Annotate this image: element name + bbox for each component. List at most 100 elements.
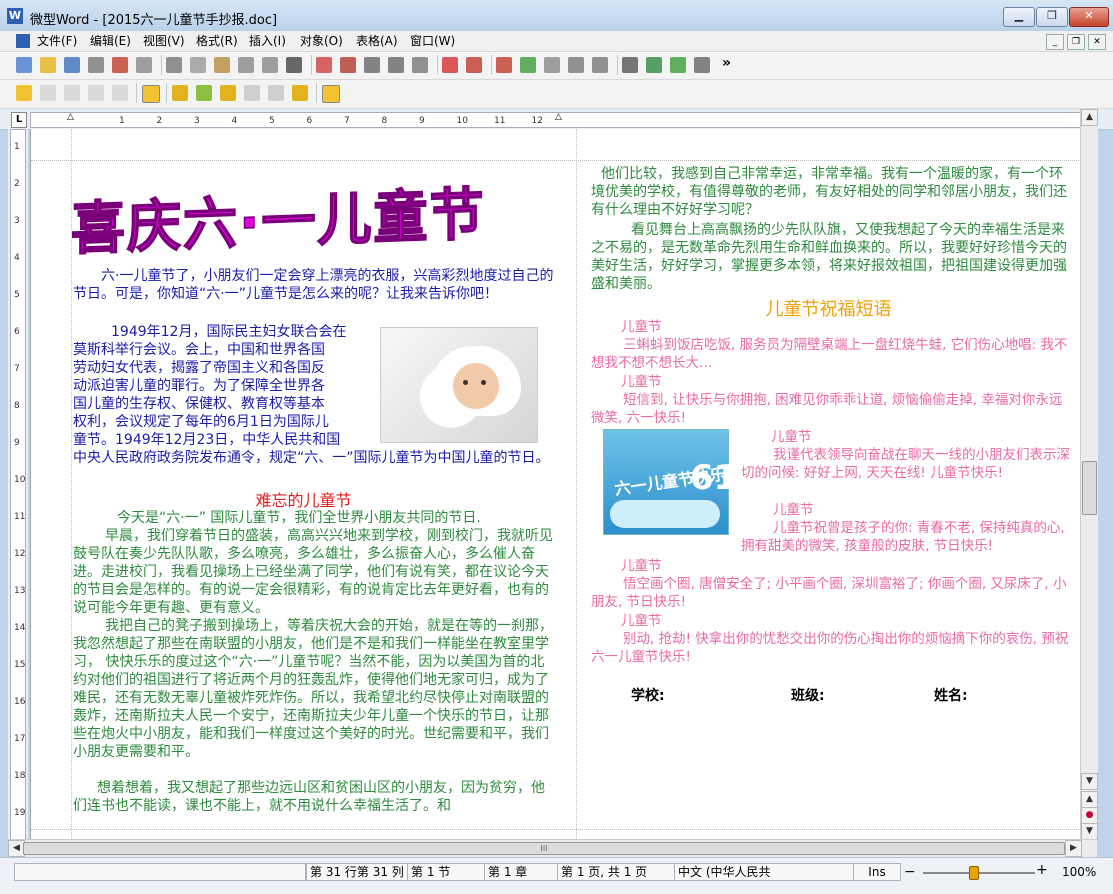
object-layout-icon[interactable] [112, 85, 128, 101]
spellcheck-icon[interactable] [442, 57, 458, 73]
page-view-icon[interactable] [340, 57, 356, 73]
menu-view[interactable]: 视图(V) [139, 32, 189, 50]
edit-object-icon[interactable] [40, 85, 56, 101]
delete-object-icon[interactable] [64, 85, 80, 101]
toolbox-icon[interactable] [694, 57, 710, 73]
shape-icon[interactable] [568, 57, 584, 73]
vertical-scrollbar[interactable]: ▲ ▼ ▲ ● ▼ [1080, 109, 1098, 840]
open-folder-icon[interactable] [40, 57, 56, 73]
memorable-paragraph-4: 想着想着，我又想起了那些边远山区和贫困山区的小朋友，因为贫穷，他们连书也不能读，… [73, 780, 545, 814]
left-indent-marker[interactable]: △ [67, 112, 74, 122]
previous-page-button[interactable]: ▲ [1081, 791, 1098, 808]
ruler-tick-label: 19 [14, 808, 26, 818]
zoom-in-button[interactable]: + [1036, 862, 1048, 878]
zoom-100-icon[interactable] [316, 57, 332, 73]
copy-icon[interactable] [190, 57, 206, 73]
memorable-paragraph-3: 我把自己的凳子搬到操场上，等着庆祝大会的开始，就是在等的一刹那，我忽然想起了那些… [73, 618, 553, 760]
history-line: 动派迫害儿童的罪行。为了保障全世界各 [73, 378, 325, 394]
word-app-icon[interactable]: W [7, 8, 23, 24]
outline-icon[interactable] [364, 57, 380, 73]
horizontal-scrollbar[interactable]: ◀ III ▶ [8, 839, 1097, 857]
eraser-icon[interactable] [244, 85, 260, 101]
childrens-day-card-image[interactable]: 六一儿童节快乐 61 [603, 429, 737, 535]
highlight-pen-icon[interactable] [172, 85, 188, 101]
baby-photo[interactable] [380, 327, 538, 443]
ruler-tick-label: 3 [14, 216, 20, 226]
scroll-up-button[interactable]: ▲ [1081, 109, 1098, 126]
wish-text-5: 悟空画个圈, 唐僧安全了; 小平画个圈, 深圳富裕了; 你画个圈, 又尿床了, … [591, 576, 1067, 610]
toolbar-overflow-button[interactable]: » [722, 55, 731, 71]
history-line: 权利，会议规定了每年的6月1日为国际儿 [73, 414, 329, 430]
card-cloud [610, 500, 720, 528]
insert-text-icon[interactable] [466, 57, 482, 73]
maximize-button[interactable]: ❐ [1036, 7, 1068, 27]
ruler-tick-label: 14 [14, 623, 26, 633]
pdf-icon[interactable] [112, 57, 128, 73]
menu-object[interactable]: 对象(O) [296, 32, 347, 50]
zoom-icon[interactable] [412, 57, 428, 73]
right-indent-marker[interactable]: △ [555, 112, 562, 122]
chart-icon[interactable] [544, 57, 560, 73]
menu-table[interactable]: 表格(A) [352, 32, 402, 50]
minimize-button[interactable]: ▁ [1003, 7, 1035, 27]
redo-icon[interactable] [262, 57, 278, 73]
wish-label: 儿童节 [621, 613, 662, 629]
wish-text-3: 我谨代表领导向奋战在聊天一线的小朋友们表示深切的问候: 好好上网, 天天在线! … [741, 447, 1070, 481]
ruler-tick-label: 4 [14, 253, 20, 263]
formula-icon[interactable] [670, 57, 686, 73]
zoom-out-button[interactable]: − [904, 864, 916, 880]
doc-restore-button[interactable]: ❐ [1067, 34, 1085, 50]
notes-icon[interactable] [292, 85, 308, 101]
document-menu-icon[interactable] [16, 34, 30, 48]
cut-icon[interactable] [166, 57, 182, 73]
ruler-tick-label: 16 [14, 697, 26, 707]
sync-icon[interactable] [622, 57, 638, 73]
menu-window[interactable]: 窗口(W) [406, 32, 459, 50]
undo-icon[interactable] [238, 57, 254, 73]
menu-edit[interactable]: 编辑(E) [86, 32, 135, 50]
menu-file[interactable]: 文件(F) [33, 32, 81, 50]
horizontal-scroll-thumb[interactable]: III [23, 842, 1065, 855]
find-icon[interactable] [286, 57, 302, 73]
standard-toolbar: » [0, 52, 1113, 80]
two-page-icon[interactable] [388, 57, 404, 73]
memorable-paragraph-1: 今天是“六·一” 国际儿童节，我们全世界小朋友共同的节日. [117, 510, 481, 526]
document-page[interactable]: 喜庆六·一儿童节 六·一儿童节了，小朋友们一定会穿上漂亮的衣服，兴高彩烈地度过自… [30, 129, 1081, 839]
menu-format[interactable]: 格式(R) [192, 32, 242, 50]
doc-close-button[interactable]: ✕ [1088, 34, 1106, 50]
spell-abc-icon[interactable] [520, 57, 536, 73]
save-icon[interactable] [64, 57, 80, 73]
print-icon[interactable] [88, 57, 104, 73]
new-object-icon[interactable] [16, 85, 32, 101]
zoom-slider-knob[interactable] [969, 866, 980, 880]
pencil-icon[interactable] [220, 85, 236, 101]
next-page-button[interactable]: ▼ [1081, 823, 1098, 840]
status-insert-mode[interactable]: Ins [853, 863, 901, 881]
ruler-tick-label: 8 [381, 116, 388, 126]
toolbar-separator [316, 83, 317, 103]
paragraph-icon[interactable] [646, 57, 662, 73]
vertical-scroll-thumb[interactable] [1082, 461, 1097, 515]
tab-stop-selector[interactable]: L [11, 112, 27, 128]
browse-object-button[interactable]: ● [1081, 807, 1098, 824]
ruler-strip[interactable]: △ △ 1 2 3 4 5 6 7 8 9 10 11 12 [30, 112, 1082, 128]
print-preview-icon[interactable] [136, 57, 152, 73]
field-icon[interactable] [496, 57, 512, 73]
text-frame-icon[interactable] [142, 85, 160, 103]
scroll-down-button[interactable]: ▼ [1081, 773, 1098, 790]
memorable-paragraph-2: 早晨，我们穿着节日的盛装，高高兴兴地来到学校，刚到校门，我就听见鼓号队在奏少先队… [73, 528, 553, 616]
paste-icon[interactable] [214, 57, 230, 73]
track-changes-icon[interactable] [322, 85, 340, 103]
new-doc-icon[interactable] [16, 57, 32, 73]
menu-insert[interactable]: 插入(I) [245, 32, 290, 50]
close-button[interactable]: ✕ [1069, 7, 1109, 27]
doc-minimize-button[interactable]: _ [1046, 34, 1064, 50]
checkmark-pen-icon[interactable] [196, 85, 212, 101]
history-line: 1949年12月，国际民主妇女联合会在 [111, 324, 347, 340]
clear-pen-icon[interactable] [268, 85, 284, 101]
frame-icon[interactable] [592, 57, 608, 73]
object-properties-icon[interactable] [88, 85, 104, 101]
scroll-right-button[interactable]: ▶ [1065, 840, 1082, 857]
vertical-ruler-strip[interactable]: 1 2 3 4 5 6 7 8 9 10 11 12 13 14 15 16 17 18 19 [10, 129, 26, 841]
status-chapter: 第 1 章 [484, 863, 558, 881]
